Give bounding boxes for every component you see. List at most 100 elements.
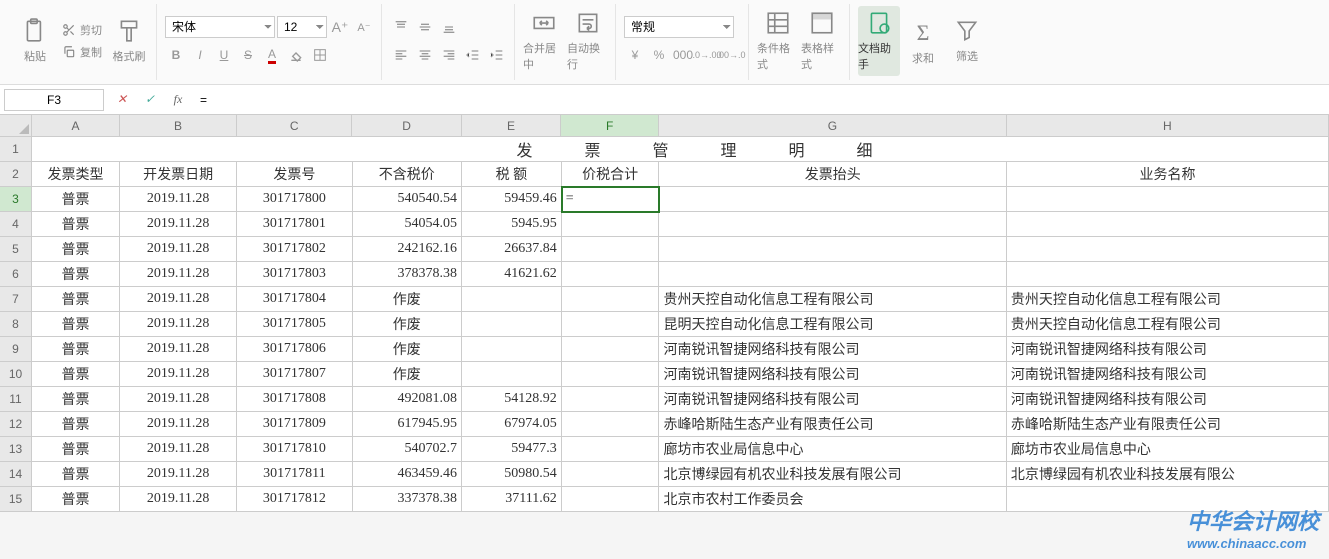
data-cell[interactable]: 贵州天控自动化信息工程有限公司 xyxy=(1007,312,1329,337)
row-head-14[interactable]: 14 xyxy=(0,462,32,487)
data-cell[interactable]: 59459.46 xyxy=(462,187,562,212)
data-cell[interactable] xyxy=(562,487,660,512)
cond-format-button[interactable]: 条件格式 xyxy=(757,6,799,76)
data-cell[interactable]: 普票 xyxy=(32,262,120,287)
align-left-button[interactable] xyxy=(390,44,412,66)
increase-font-button[interactable]: A⁺ xyxy=(329,16,351,38)
data-cell[interactable]: 普票 xyxy=(32,387,120,412)
data-cell[interactable]: 301717803 xyxy=(237,262,352,287)
number-format-select[interactable]: 常规 xyxy=(624,16,734,38)
data-cell[interactable]: 昆明天控自动化信息工程有限公司 xyxy=(659,312,1006,337)
data-cell[interactable]: 301717811 xyxy=(237,462,352,487)
data-cell[interactable]: 普票 xyxy=(32,487,120,512)
data-cell[interactable] xyxy=(659,212,1006,237)
data-cell[interactable]: 作废 xyxy=(353,287,462,312)
data-cell[interactable]: 2019.11.28 xyxy=(120,362,237,387)
data-cell[interactable]: = xyxy=(562,187,660,212)
data-cell[interactable]: 北京博绿园有机农业科技发展有限公司 xyxy=(659,462,1006,487)
col-head-E[interactable]: E xyxy=(462,115,562,137)
col-head-F[interactable]: F xyxy=(561,115,659,137)
format-painter-button[interactable]: 格式刷 xyxy=(108,6,150,76)
data-cell[interactable]: 普票 xyxy=(32,337,120,362)
data-cell[interactable]: 2019.11.28 xyxy=(120,237,237,262)
data-cell[interactable]: 北京市农村工作委员会 xyxy=(659,487,1006,512)
row-head-4[interactable]: 4 xyxy=(0,212,32,237)
data-cell[interactable] xyxy=(562,387,660,412)
data-cell[interactable]: 242162.16 xyxy=(353,237,462,262)
data-cell[interactable]: 337378.38 xyxy=(353,487,462,512)
data-cell[interactable] xyxy=(562,362,660,387)
data-cell[interactable]: 5945.95 xyxy=(462,212,562,237)
title-cell[interactable]: 发票管理明细 xyxy=(32,137,1329,162)
data-cell[interactable]: 54128.92 xyxy=(462,387,562,412)
font-name-select[interactable]: 宋体 xyxy=(165,16,275,38)
data-cell[interactable]: 301717802 xyxy=(237,237,352,262)
data-cell[interactable]: 普票 xyxy=(32,362,120,387)
header-cell[interactable]: 不含税价 xyxy=(353,162,462,187)
data-cell[interactable]: 普票 xyxy=(32,287,120,312)
indent-dec-button[interactable] xyxy=(462,44,484,66)
borders-button[interactable] xyxy=(309,44,331,66)
data-cell[interactable]: 普票 xyxy=(32,412,120,437)
filter-button[interactable]: 筛选 xyxy=(946,6,988,76)
data-cell[interactable]: 463459.46 xyxy=(353,462,462,487)
row-head-10[interactable]: 10 xyxy=(0,362,32,387)
data-cell[interactable]: 赤峰哈斯陆生态产业有限责任公司 xyxy=(659,412,1006,437)
data-cell[interactable]: 河南锐讯智捷网络科技有限公司 xyxy=(659,362,1006,387)
row-head-9[interactable]: 9 xyxy=(0,337,32,362)
row-head-2[interactable]: 2 xyxy=(0,162,32,187)
col-head-D[interactable]: D xyxy=(352,115,461,137)
data-cell[interactable] xyxy=(562,287,660,312)
data-cell[interactable]: 2019.11.28 xyxy=(120,262,237,287)
data-cell[interactable]: 617945.95 xyxy=(353,412,462,437)
data-cell[interactable] xyxy=(562,237,660,262)
dec-inc-button[interactable]: .0→.00 xyxy=(696,44,718,66)
data-cell[interactable]: 301717812 xyxy=(237,487,352,512)
data-cell[interactable]: 301717806 xyxy=(237,337,352,362)
data-cell[interactable]: 54054.05 xyxy=(353,212,462,237)
italic-button[interactable]: I xyxy=(189,44,211,66)
data-cell[interactable]: 普票 xyxy=(32,237,120,262)
data-cell[interactable]: 50980.54 xyxy=(462,462,562,487)
copy-button[interactable]: 复制 xyxy=(58,42,106,62)
doc-assist-button[interactable]: 文档助手 xyxy=(858,6,900,76)
data-cell[interactable] xyxy=(462,312,562,337)
data-cell[interactable]: 26637.84 xyxy=(462,237,562,262)
header-cell[interactable]: 发票类型 xyxy=(32,162,120,187)
data-cell[interactable]: 普票 xyxy=(32,187,120,212)
data-cell[interactable]: 2019.11.28 xyxy=(120,437,237,462)
merge-center-button[interactable]: 合并居中 xyxy=(523,6,565,76)
data-cell[interactable]: 河南锐讯智捷网络科技有限公司 xyxy=(659,387,1006,412)
col-head-B[interactable]: B xyxy=(120,115,237,137)
accept-formula-button[interactable]: ✓ xyxy=(140,90,160,110)
col-head-C[interactable]: C xyxy=(237,115,352,137)
data-cell[interactable]: 301717808 xyxy=(237,387,352,412)
align-top-button[interactable] xyxy=(390,16,412,38)
sum-button[interactable]: Σ 求和 xyxy=(902,6,944,76)
dec-dec-button[interactable]: .00→.0 xyxy=(720,44,742,66)
row-head-3[interactable]: 3 xyxy=(0,187,32,212)
row-head-7[interactable]: 7 xyxy=(0,287,32,312)
data-cell[interactable]: 河南锐讯智捷网络科技有限公司 xyxy=(1007,362,1329,387)
data-cell[interactable] xyxy=(462,362,562,387)
data-cell[interactable] xyxy=(1007,262,1329,287)
data-cell[interactable]: 河南锐讯智捷网络科技有限公司 xyxy=(1007,387,1329,412)
col-head-H[interactable]: H xyxy=(1007,115,1329,137)
align-bottom-button[interactable] xyxy=(438,16,460,38)
data-cell[interactable]: 普票 xyxy=(32,437,120,462)
header-cell[interactable]: 发票号 xyxy=(237,162,352,187)
row-head-6[interactable]: 6 xyxy=(0,262,32,287)
row-head-5[interactable]: 5 xyxy=(0,237,32,262)
name-box[interactable] xyxy=(4,89,104,111)
data-cell[interactable] xyxy=(659,187,1006,212)
col-head-A[interactable]: A xyxy=(32,115,120,137)
data-cell[interactable]: 59477.3 xyxy=(462,437,562,462)
data-cell[interactable]: 301717805 xyxy=(237,312,352,337)
col-head-G[interactable]: G xyxy=(659,115,1007,137)
row-head-11[interactable]: 11 xyxy=(0,387,32,412)
underline-button[interactable]: U xyxy=(213,44,235,66)
data-cell[interactable]: 2019.11.28 xyxy=(120,387,237,412)
data-cell[interactable]: 作废 xyxy=(353,362,462,387)
row-head-15[interactable]: 15 xyxy=(0,487,32,512)
data-cell[interactable]: 301717801 xyxy=(237,212,352,237)
